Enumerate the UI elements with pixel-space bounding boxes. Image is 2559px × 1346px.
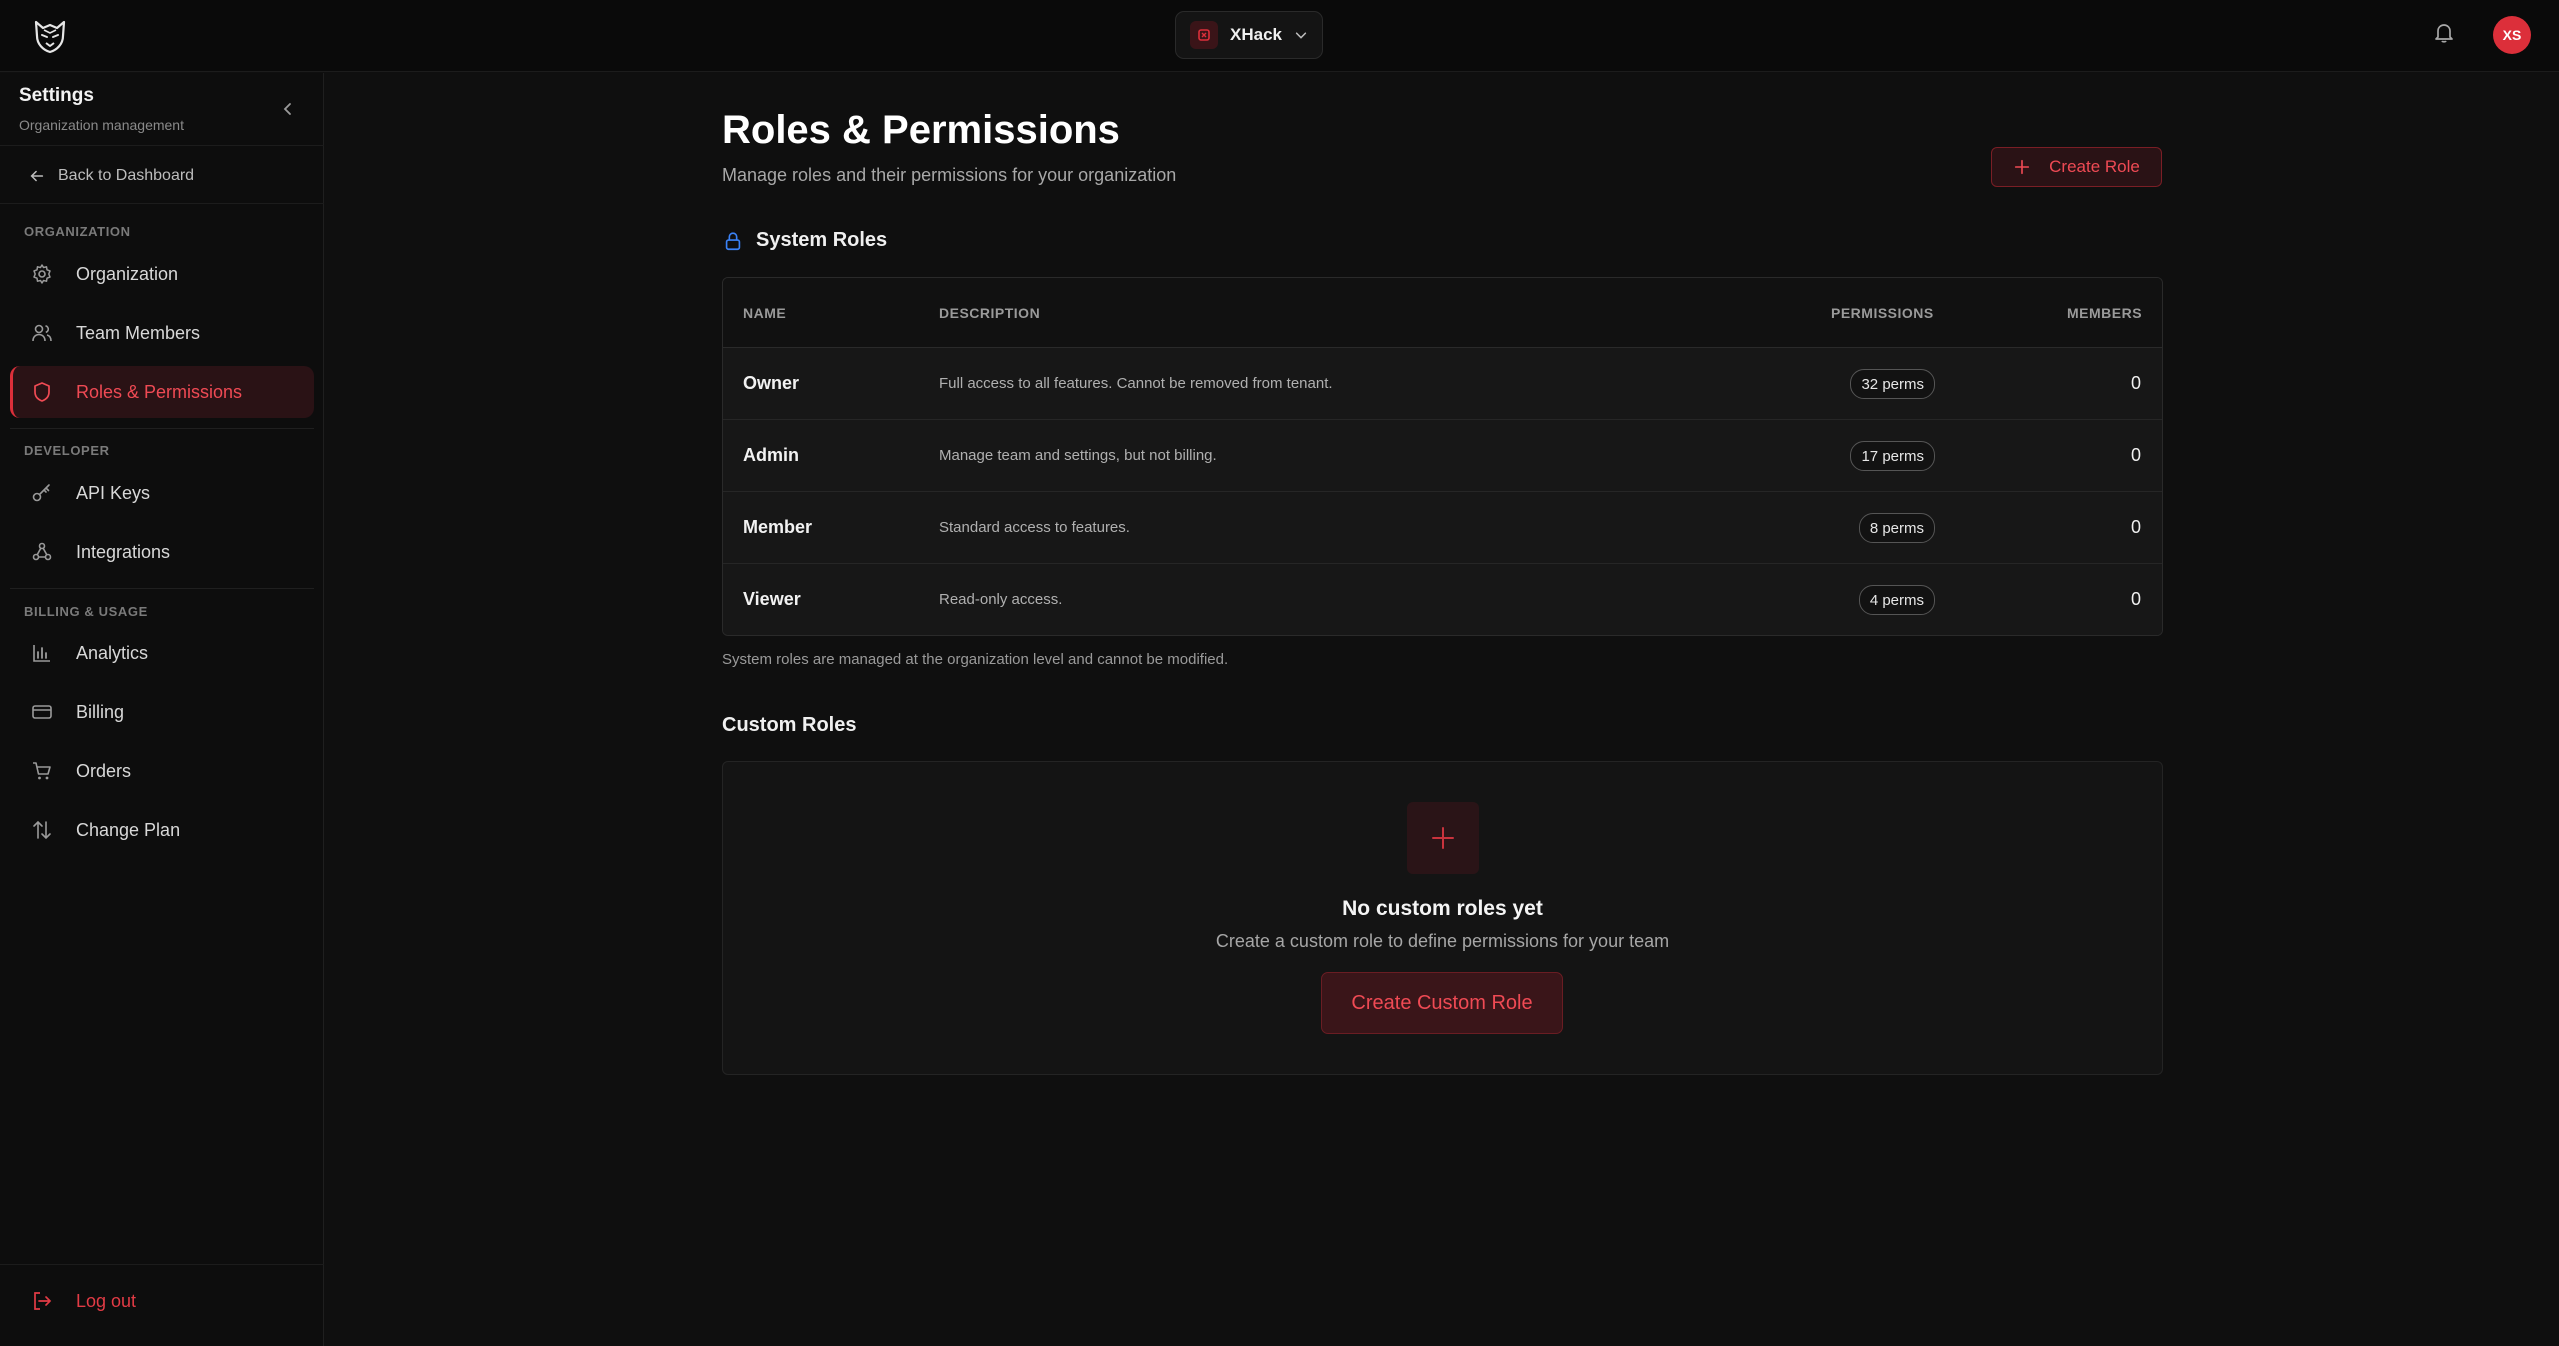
back-to-dashboard-link[interactable]: Back to Dashboard (28, 167, 194, 185)
create-role-label: Create Role (2049, 157, 2140, 176)
credit-card-icon (32, 705, 52, 719)
sidebar-item-api-keys[interactable]: API Keys (10, 467, 314, 519)
collapse-sidebar-icon[interactable] (276, 97, 300, 121)
webhook-icon (32, 542, 52, 561)
logout-button[interactable]: Log out (30, 1289, 136, 1313)
system-roles-title: System Roles (756, 229, 888, 251)
wolf-logo-icon[interactable] (30, 16, 70, 56)
workspace-badge-icon (1190, 21, 1218, 49)
section-label-organization: ORGANIZATION (24, 224, 131, 239)
page-subtitle: Manage roles and their permissions for y… (722, 165, 1177, 185)
role-name: Admin (743, 445, 799, 465)
custom-roles-empty-state: No custom roles yet Create a custom role… (722, 761, 2163, 1075)
permissions-badge: 8 perms (1858, 513, 1935, 543)
system-roles-heading: System Roles (722, 229, 887, 252)
sidebar-item-label: Integrations (76, 541, 171, 562)
role-description: Standard access to features. (939, 519, 1130, 536)
role-name: Member (743, 517, 813, 537)
sidebar-item-label: Team Members (76, 322, 201, 343)
sidebar-title: Settings (19, 85, 94, 106)
system-roles-note: System roles are managed at the organiza… (722, 651, 1229, 668)
sidebar-item-analytics[interactable]: Analytics (10, 627, 314, 679)
column-header-permissions: PERMISSIONS (1831, 305, 1934, 321)
column-header-members: MEMBERS (2067, 305, 2143, 321)
sidebar-item-label: API Keys (76, 482, 151, 503)
role-name: Owner (743, 373, 800, 393)
system-roles-table: NAME DESCRIPTION PERMISSIONS MEMBERS Own… (722, 277, 2163, 636)
empty-state-title: No custom roles yet (1342, 897, 1543, 920)
sidebar-item-roles-permissions[interactable]: Roles & Permissions (10, 366, 314, 418)
sidebar-divider (0, 145, 324, 146)
sidebar-header: Settings Organization management (19, 85, 184, 133)
create-custom-role-button[interactable]: Create Custom Role (1321, 972, 1563, 1034)
sidebar-item-team-members[interactable]: Team Members (10, 307, 314, 359)
plus-icon (2015, 159, 2030, 175)
sidebar-divider (0, 203, 324, 204)
section-label-billing: BILLING & USAGE (24, 604, 148, 619)
sidebar-item-label: Analytics (76, 642, 149, 663)
key-icon (32, 484, 50, 502)
empty-state-subtitle: Create a custom role to define permissio… (1215, 931, 1670, 951)
bar-chart-icon (33, 645, 50, 662)
role-name: Viewer (743, 589, 801, 609)
arrow-up-down-icon (33, 820, 51, 840)
logout-icon (34, 1292, 52, 1310)
lock-icon (725, 231, 741, 250)
bell-icon[interactable] (2432, 20, 2460, 48)
arrow-left-icon (30, 170, 44, 182)
top-bar: XHack XS (0, 0, 2559, 72)
member-count: 0 (2130, 445, 2141, 465)
role-description: Read-only access. (939, 591, 1063, 608)
column-header-description: DESCRIPTION (939, 305, 1041, 321)
shield-icon (34, 382, 50, 402)
user-avatar[interactable]: XS (2493, 16, 2531, 54)
sidebar-item-label: Billing (76, 701, 125, 722)
sidebar-item-label: Change Plan (76, 819, 181, 840)
permissions-badge: 4 perms (1858, 585, 1935, 615)
logout-label: Log out (76, 1290, 137, 1311)
table-row[interactable]: Member Standard access to features. 8 pe… (723, 492, 2162, 564)
table-row[interactable]: Admin Manage team and settings, but not … (723, 420, 2162, 492)
back-to-dashboard-label: Back to Dashboard (58, 167, 195, 184)
workspace-switcher[interactable]: XHack (1175, 11, 1323, 59)
sidebar-divider (10, 428, 314, 429)
sidebar-item-organization[interactable]: Organization (10, 248, 314, 300)
sidebar-divider (10, 588, 314, 589)
section-label-developer: DEVELOPER (24, 443, 110, 458)
custom-roles-title: Custom Roles (722, 714, 857, 736)
plus-icon (1407, 802, 1479, 874)
member-count: 0 (2130, 589, 2141, 609)
member-count: 0 (2130, 373, 2141, 393)
sidebar-subtitle: Organization management (19, 117, 184, 133)
sidebar-item-integrations[interactable]: Integrations (10, 526, 314, 578)
sidebar: Settings Organization management Back to… (0, 73, 324, 1346)
sidebar-item-label: Roles & Permissions (76, 381, 243, 402)
table-row[interactable]: Viewer Read-only access. 4 perms 0 (723, 564, 2162, 635)
table-header: NAME DESCRIPTION PERMISSIONS MEMBERS (723, 278, 2162, 348)
permissions-badge: 17 perms (1850, 441, 1935, 471)
chevron-down-icon (1295, 32, 1307, 39)
sidebar-divider (0, 1264, 324, 1265)
sidebar-item-orders[interactable]: Orders (10, 745, 314, 797)
column-header-name: NAME (743, 305, 787, 321)
role-description: Manage team and settings, but not billin… (939, 447, 1217, 464)
workspace-name: XHack (1230, 25, 1282, 44)
permissions-badge: 32 perms (1850, 369, 1935, 399)
gear-icon (33, 264, 51, 284)
sidebar-item-label: Organization (76, 263, 179, 284)
sidebar-item-change-plan[interactable]: Change Plan (10, 804, 314, 856)
custom-roles-heading: Custom Roles (722, 714, 856, 737)
table-row[interactable]: Owner Full access to all features. Canno… (723, 348, 2162, 420)
sidebar-item-label: Orders (76, 760, 132, 781)
users-icon (32, 324, 52, 342)
member-count: 0 (2130, 517, 2141, 537)
shopping-cart-icon (33, 762, 51, 780)
role-description: Full access to all features. Cannot be r… (939, 375, 1333, 392)
sidebar-item-billing[interactable]: Billing (10, 686, 314, 738)
create-role-button[interactable]: Create Role (1991, 147, 2162, 187)
page-title: Roles & Permissions (722, 108, 1120, 152)
